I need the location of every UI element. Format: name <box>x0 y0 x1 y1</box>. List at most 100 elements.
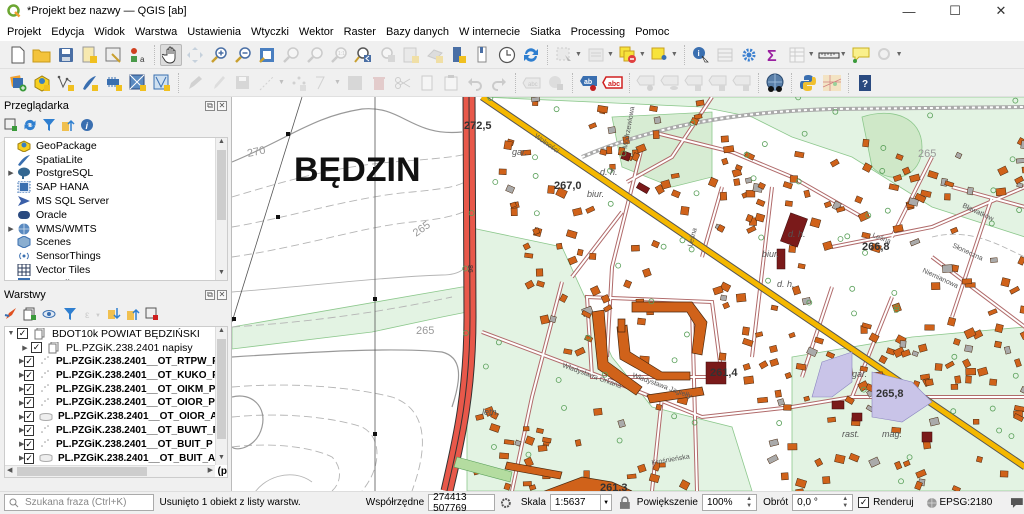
close-panel-button[interactable]: ✕ <box>217 101 227 111</box>
menu-ustawienia[interactable]: Ustawienia <box>182 26 246 38</box>
layer-visibility-checkbox[interactable]: ✓ <box>24 355 34 367</box>
style-manager-button[interactable]: a <box>127 44 149 66</box>
refresh-button[interactable] <box>520 44 542 66</box>
zoom-to-layer-button[interactable] <box>304 44 326 66</box>
spin-arrows-icon[interactable]: ▲ ▼ <box>842 496 848 510</box>
deselect-dropdown-arrow[interactable]: ▼ <box>639 51 646 58</box>
move-label-button[interactable] <box>683 72 705 94</box>
style-brush-icon[interactable] <box>4 307 18 321</box>
new-virtual-layer-button[interactable] <box>103 72 125 94</box>
copy-button[interactable] <box>416 72 438 94</box>
zoom-native-button[interactable]: 1:1 <box>328 44 350 66</box>
digitize-dropdown-arrow[interactable]: ▼ <box>278 79 285 86</box>
browser-scrollbar[interactable]: ▲ ▼ <box>215 138 227 280</box>
python-console-button[interactable] <box>797 72 819 94</box>
expand-all-icon[interactable] <box>107 307 121 321</box>
remove-layer-icon[interactable] <box>145 307 159 321</box>
filter-expression-icon[interactable]: ε ▼ <box>84 307 102 321</box>
browser-item-sap-hana[interactable]: SAP HANA <box>5 180 227 194</box>
new-map-view-button[interactable] <box>400 44 422 66</box>
select-value-dropdown-arrow[interactable]: ▼ <box>607 51 614 58</box>
float-panel-button[interactable]: ⧉ <box>205 101 215 111</box>
measure-line-button[interactable] <box>818 44 840 66</box>
locator-search-input[interactable]: Szukana fraza (Ctrl+K) <box>4 494 154 511</box>
pan-to-selection-button[interactable] <box>184 44 206 66</box>
show-bookmarks-button[interactable] <box>472 44 494 66</box>
digitize-button[interactable] <box>256 72 278 94</box>
menu-wektor[interactable]: Wektor <box>294 26 339 38</box>
lock-icon[interactable] <box>619 495 631 510</box>
messages-icon[interactable] <box>1010 497 1024 509</box>
info-icon[interactable]: i <box>80 118 94 132</box>
layer-item[interactable]: ▶ ✓ PL.PZGiK.238.2401__OT_KUKO_P (p <box>5 368 227 382</box>
layer-group-bdot10k[interactable]: ▼ ✓ BDOT10k POWIAT BĘDZIŃSKI <box>5 327 227 341</box>
browser-item-scenes[interactable]: Scenes <box>5 236 227 250</box>
zoom-full-button[interactable] <box>256 44 278 66</box>
zoom-last-button[interactable] <box>352 44 374 66</box>
measure-dropdown-arrow[interactable]: ▼ <box>840 51 847 58</box>
select-by-location-button[interactable] <box>649 44 671 66</box>
new-project-button[interactable] <box>7 44 29 66</box>
filter-icon[interactable] <box>42 118 56 132</box>
layer-visibility-checkbox[interactable]: ✓ <box>24 369 34 381</box>
data-source-manager-button[interactable] <box>7 72 29 94</box>
measure-area-button[interactable] <box>714 44 736 66</box>
layout-manager-button[interactable] <box>103 44 125 66</box>
minimize-button[interactable]: — <box>886 0 932 22</box>
menu-warstwa[interactable]: Warstwa <box>130 26 182 38</box>
modify-attributes-button[interactable] <box>312 72 334 94</box>
expand-arrow-icon[interactable]: ▶ <box>5 280 17 281</box>
collapse-all-icon[interactable] <box>61 118 75 132</box>
layer-visibility-checkbox[interactable]: ✓ <box>24 397 34 409</box>
menu-raster[interactable]: Raster <box>339 26 381 38</box>
render-checkbox[interactable]: ✓ <box>858 497 870 508</box>
scroll-thumb[interactable] <box>217 339 226 439</box>
layer-item[interactable]: ▶ ✓ PL.PZGiK.238.2401__OT_BUIT_A (pc <box>5 451 227 465</box>
layer-item[interactable]: ▶ ✓ PL.PZGiK.238.2401__OT_OIKM_P (p <box>5 382 227 396</box>
layer-item[interactable]: ▶ ✓ PL.PZGiK.238.2401__OT_RTPW_P (p <box>5 355 227 369</box>
maximize-button[interactable]: ☐ <box>932 0 978 22</box>
layer-labeling-button[interactable]: ab <box>578 72 600 94</box>
show-hide-label-button[interactable] <box>659 72 681 94</box>
attribute-table-button[interactable] <box>786 44 808 66</box>
new-spatialite-button[interactable] <box>79 72 101 94</box>
zoom-in-button[interactable] <box>208 44 230 66</box>
new-geopackage-button[interactable] <box>31 72 53 94</box>
undo-button[interactable] <box>464 72 486 94</box>
crs-button[interactable]: EPSG:2180 <box>939 497 992 508</box>
menu-bazy-danych[interactable]: Bazy danych <box>381 26 454 38</box>
menu-processing[interactable]: Processing <box>566 26 630 38</box>
zoom-out-button[interactable] <box>232 44 254 66</box>
add-group-icon[interactable] <box>23 307 37 321</box>
save-project-button[interactable] <box>55 44 77 66</box>
zoom-to-selection-button[interactable] <box>280 44 302 66</box>
menu-siatka[interactable]: Siatka <box>525 26 566 38</box>
scroll-down-arrow[interactable]: ▼ <box>216 269 227 280</box>
zoom-next-button[interactable] <box>376 44 398 66</box>
hscroll-thumb[interactable] <box>17 467 147 476</box>
expand-arrow-icon[interactable]: ▶ <box>19 344 31 352</box>
scroll-thumb[interactable] <box>217 150 226 220</box>
add-layer-icon[interactable] <box>4 118 18 132</box>
new-mesh-button[interactable] <box>151 72 173 94</box>
delete-selected-button[interactable] <box>368 72 390 94</box>
layer-visibility-checkbox[interactable]: ✓ <box>24 452 34 464</box>
pin-label-button[interactable] <box>635 72 657 94</box>
extents-toggle-icon[interactable] <box>499 496 513 510</box>
scale-combobox[interactable]: 1:5637 <box>549 494 602 511</box>
open-project-button[interactable] <box>31 44 53 66</box>
deselect-button[interactable] <box>617 44 639 66</box>
select-by-value-button[interactable] <box>585 44 607 66</box>
collapse-arrow-icon[interactable]: ▼ <box>5 330 17 337</box>
layer-visibility-checkbox[interactable]: ✓ <box>17 328 28 340</box>
select-features-button[interactable] <box>553 44 575 66</box>
close-button[interactable]: ✕ <box>978 0 1024 22</box>
browser-item-geopackage[interactable]: GeoPackage <box>5 139 227 153</box>
visibility-eye-icon[interactable] <box>42 307 58 321</box>
layer-visibility-checkbox[interactable]: ✓ <box>24 424 34 436</box>
map-canvas[interactable]: BĘDZIN 272,5 267,0 266,8 261,4 265,8 261… <box>231 97 1024 491</box>
identify-button[interactable]: i <box>690 44 712 66</box>
coordinate-field[interactable]: 274413 507769 <box>428 492 496 514</box>
paste-button[interactable] <box>440 72 462 94</box>
new-temp-layer-button[interactable] <box>127 72 149 94</box>
